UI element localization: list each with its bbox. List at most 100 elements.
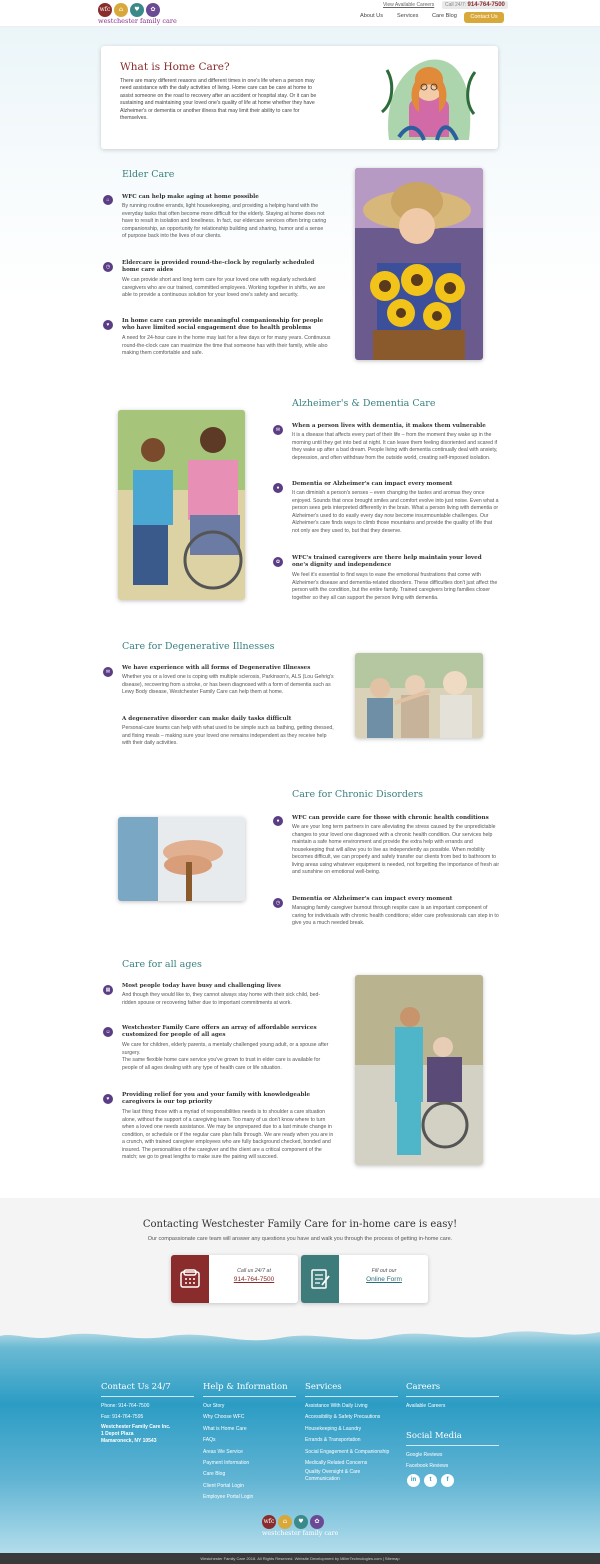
photo-woman-with-sunflowers xyxy=(355,168,483,360)
item-title: We have experience with all forms of Deg… xyxy=(122,665,311,671)
item-text: The last thing those with a myriad of re… xyxy=(122,1109,334,1161)
item-title: Dementia or Alzheimer's can impact every… xyxy=(292,896,453,902)
item-title: WFC can provide care for those with chro… xyxy=(292,815,489,821)
item-title: WFC's trained caregivers are there help … xyxy=(292,555,482,569)
heart-icon: ♥ xyxy=(103,1094,113,1104)
footer-careers-heading: Careers xyxy=(406,1382,499,1397)
item-title: In home care can provide meaningful comp… xyxy=(122,318,324,332)
clock-icon: ◷ xyxy=(273,898,283,908)
item-text: We can provide short and long term care … xyxy=(122,277,326,299)
footer-available-careers-link[interactable]: Available Careers xyxy=(406,1401,445,1412)
phone-icon xyxy=(171,1255,209,1303)
facebook-reviews-link[interactable]: Facebook Reviews xyxy=(406,1461,448,1472)
call-cta-label: Call us 24/7 at xyxy=(237,1268,271,1274)
footer-service-link[interactable]: Errands & Transportation xyxy=(305,1435,361,1446)
brain-icon: ✿ xyxy=(273,557,283,567)
watercolor-edge xyxy=(0,1318,600,1341)
google-reviews-link[interactable]: Google Reviews xyxy=(406,1450,442,1461)
footer-address-3: Mamaroneck, NY 10543 xyxy=(101,1438,157,1444)
online-form-link[interactable]: Online Form xyxy=(341,1275,427,1284)
form-cta-box[interactable]: Fill out our Online Form xyxy=(301,1255,428,1303)
linkedin-icon[interactable]: in xyxy=(407,1474,420,1487)
heart-icon: ♥ xyxy=(294,1515,308,1529)
item-title: WFC can help make aging at home possible xyxy=(122,194,259,200)
call-cta-box[interactable]: Call us 24/7 at 914-764-7500 xyxy=(171,1255,298,1303)
heart-icon: ♥ xyxy=(130,3,144,17)
item-title: When a person lives with dementia, it ma… xyxy=(292,423,486,429)
intro-text: There are many different reasons and dif… xyxy=(120,78,317,121)
footer-service-link[interactable]: Social Engagement & Companionship xyxy=(305,1447,389,1458)
footer-service-link[interactable]: Medically Related Concerns xyxy=(305,1458,367,1469)
footer-link-faqs[interactable]: FAQs xyxy=(203,1435,216,1446)
call-cta-number[interactable]: 914-764-7500 xyxy=(211,1275,297,1284)
nav-about-us[interactable]: About Us xyxy=(360,13,383,21)
footer-phone[interactable]: Phone: 914-764-7500 xyxy=(101,1401,149,1412)
item-text: Managing family caregiver burnout throug… xyxy=(292,905,499,927)
call-line: Call 24/7: 914-764-7500 xyxy=(442,1,508,10)
footer-social-heading: Social Media xyxy=(406,1431,499,1446)
photo-hands-on-cane xyxy=(118,817,245,901)
calendar-icon: ▦ xyxy=(103,985,113,995)
footer-logo-text: westchester family care xyxy=(262,1530,339,1537)
footer-fax: Fax: 914-764-7595 xyxy=(101,1414,144,1420)
cta-subtitle: Our compassionate care team will answer … xyxy=(147,1236,453,1242)
footer-logo[interactable]: wfc ⌂ ♥ ✿ xyxy=(262,1515,324,1529)
item-title: Providing relief for you and your family… xyxy=(122,1092,311,1106)
footer-link-care-blog[interactable]: Care Blog xyxy=(203,1469,225,1480)
footer-services-heading: Services xyxy=(305,1382,398,1397)
form-cta-label: Fill out our xyxy=(371,1268,397,1274)
cta-title: Contacting Westchester Family Care for i… xyxy=(142,1219,458,1230)
item-text: A need for 24-hour care in the home may … xyxy=(122,335,331,357)
copyright-bar: Westchester Family Care 2018. All Rights… xyxy=(0,1553,600,1564)
logo[interactable]: wfc ⌂ ♥ ✿ xyxy=(98,3,160,18)
footer-link-areas[interactable]: Areas We Service xyxy=(203,1447,243,1458)
call-number[interactable]: 914-764-7500 xyxy=(468,2,505,8)
section-title-alzheimers: Alzheimer's & Dementia Care xyxy=(292,398,436,409)
nav-care-blog[interactable]: Care Blog xyxy=(432,13,457,21)
item-title: Dementia or Alzheimer's can impact every… xyxy=(292,481,453,487)
illustration-elderly-woman xyxy=(380,59,477,141)
careers-link[interactable]: View Available Careers xyxy=(383,2,434,9)
home-icon: ⌂ xyxy=(103,195,113,205)
photo-seniors-exercising xyxy=(355,653,483,738)
cta-band xyxy=(0,1198,600,1318)
footer-link-payment[interactable]: Payment Information xyxy=(203,1458,249,1469)
facebook-icon[interactable]: f xyxy=(441,1474,454,1487)
top-bar xyxy=(0,0,600,27)
item-text: We feel it's essential to find ways to e… xyxy=(292,572,498,601)
logo-text: westchester family care xyxy=(98,17,177,25)
item-text: It can diminish a person's senses – even… xyxy=(292,490,499,534)
footer-service-link[interactable]: Accessibility & Safety Precautions xyxy=(305,1412,380,1423)
item-title: Westchester Family Care offers an array … xyxy=(122,1025,317,1039)
footer-service-link[interactable]: Quality Oversight & Care Communication xyxy=(305,1469,385,1482)
footer-link-our-story[interactable]: Our Story xyxy=(203,1401,224,1412)
item-text: Personal-care teams can help with what u… xyxy=(122,725,334,747)
home-icon: ⌂ xyxy=(278,1515,292,1529)
item-text: It is a disease that affects every part … xyxy=(292,432,498,461)
item-text: We care for children, elderly parents, a… xyxy=(122,1042,329,1071)
brain-icon: ✿ xyxy=(310,1515,324,1529)
footer-contact-heading: Contact Us 24/7 xyxy=(101,1382,194,1397)
item-title: A degenerative disorder can make daily t… xyxy=(122,716,292,722)
nav-services[interactable]: Services xyxy=(397,13,418,21)
footer-link-why-choose[interactable]: Why Choose WFC xyxy=(203,1412,244,1423)
photo-nurse-with-man-in-wheelchair xyxy=(355,975,483,1165)
chat-icon: ✉ xyxy=(273,425,283,435)
footer-link-employee-portal[interactable]: Employee Portal Login xyxy=(203,1492,253,1503)
footer-link-what-is-home-care[interactable]: What is Home Care xyxy=(203,1424,247,1435)
footer-link-client-portal[interactable]: Client Portal Login xyxy=(203,1481,244,1492)
page-background xyxy=(0,0,600,300)
form-icon xyxy=(301,1255,339,1303)
item-text: We are your long term partners in care a… xyxy=(292,824,500,876)
twitter-icon[interactable]: t xyxy=(424,1474,437,1487)
item-title: Eldercare is provided round-the-clock by… xyxy=(122,260,315,274)
contact-us-button[interactable]: Contact Us xyxy=(464,12,504,23)
home-icon: ⌂ xyxy=(114,3,128,17)
drop-icon: ● xyxy=(273,816,283,826)
intro-card: What is Home Care? There are many differ… xyxy=(101,46,498,149)
footer-service-link[interactable]: Housekeeping & Laundry xyxy=(305,1424,361,1435)
footer-service-link[interactable]: Assistance With Daily Living xyxy=(305,1401,368,1412)
heart-icon: ♥ xyxy=(103,320,113,330)
intro-title: What is Home Care? xyxy=(120,61,230,73)
logo-wfc-circle: wfc xyxy=(262,1515,276,1529)
